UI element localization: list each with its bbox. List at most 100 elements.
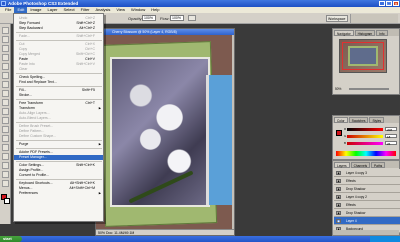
menu-item-label: Preset Manager... — [19, 155, 47, 159]
zoom-slider[interactable] — [349, 88, 389, 90]
crop-tool-icon[interactable] — [2, 54, 9, 61]
menu-separator — [16, 140, 102, 141]
layer-name: Layer 4 copy 2 — [346, 195, 367, 199]
b-slider[interactable] — [347, 142, 383, 145]
eye-icon[interactable]: ◉ — [336, 203, 341, 207]
r-slider[interactable] — [347, 128, 383, 131]
notes-tool-icon[interactable] — [2, 162, 9, 169]
menu-item-label: Paste Into — [19, 62, 35, 66]
tab-histogram[interactable]: Histogram — [354, 30, 376, 36]
menu-item-find-and-replace-text[interactable]: Find and Replace Text... — [14, 80, 103, 85]
tab-channels[interactable]: Channels — [350, 162, 371, 168]
layer-row[interactable]: ◉ Layer 4 — [334, 217, 400, 225]
view-box[interactable] — [342, 42, 384, 70]
g-value[interactable]: 18 — [385, 134, 397, 139]
menu-item-label: Keyboard Shortcuts... — [19, 181, 53, 185]
tab-color[interactable]: Color — [334, 117, 348, 123]
maximize-button[interactable]: □ — [386, 1, 392, 6]
submenu-arrow-icon: ▶ — [98, 191, 101, 195]
menu-item-label: Free Transform — [19, 101, 43, 105]
toolbox — [0, 24, 11, 224]
menu-item-label: Find and Replace Text... — [19, 80, 57, 84]
eye-icon[interactable]: ◉ — [336, 187, 341, 191]
layer-row[interactable]: ◉ Effects — [334, 201, 400, 209]
eye-icon[interactable]: ◉ — [336, 211, 341, 215]
title-bar: Adobe Photoshop CS3 Extended _ □ × — [0, 0, 400, 7]
vertical-scrollbar[interactable] — [232, 35, 234, 229]
menu-item-convert-to-profile[interactable]: Convert to Profile... — [14, 173, 103, 178]
menu-item-preferences[interactable]: Preferences ▶ — [14, 191, 103, 196]
close-button[interactable]: × — [393, 1, 399, 6]
eye-icon[interactable]: ◉ — [336, 179, 341, 183]
brush-tool-icon[interactable] — [2, 72, 9, 79]
menu-item-preset-manager[interactable]: Preset Manager... — [14, 155, 103, 160]
layer-row[interactable]: ◉ Layer 4 copy 3 — [334, 169, 400, 177]
layer-row[interactable]: ◉ Layer 4 copy 2 — [334, 193, 400, 201]
marquee-tool-icon[interactable] — [2, 36, 9, 43]
b-value[interactable]: 26 — [385, 141, 397, 146]
menu-item-label: Check Spelling... — [19, 75, 46, 79]
tab-info[interactable]: Info — [376, 30, 388, 36]
document-window: Cherry Blossom @ 50% (Layer 4, RGB/8) 50… — [95, 28, 235, 236]
tab-styles[interactable]: Styles — [369, 117, 385, 123]
menu-item-label: Define Pattern... — [19, 129, 45, 133]
menu-item-stroke[interactable]: Stroke... — [14, 93, 103, 98]
menu-item-fade[interactable]: Fade... Shift+Ctrl+F — [14, 34, 103, 39]
workspace-button[interactable]: Workspace — [326, 15, 348, 22]
healing-tool-icon[interactable] — [2, 63, 9, 70]
eye-icon[interactable]: ◉ — [336, 171, 341, 175]
history-brush-icon[interactable] — [2, 90, 9, 97]
document-canvas[interactable] — [96, 35, 234, 229]
navigator-thumbnail[interactable] — [339, 39, 387, 73]
eyedropper-tool-icon[interactable] — [2, 171, 9, 178]
type-tool-icon[interactable] — [2, 135, 9, 142]
eye-icon[interactable]: ◉ — [336, 219, 341, 223]
navigator-panel: Navigator Histogram Info 50% — [332, 28, 400, 95]
menu-item-label: Convert to Profile... — [19, 173, 49, 177]
start-button[interactable]: start — [0, 236, 22, 242]
menu-item-label: Menus... — [19, 186, 33, 190]
minimize-button[interactable]: _ — [379, 1, 385, 6]
menu-item-step-backward[interactable]: Step Backward Alt+Ctrl+Z — [14, 26, 103, 31]
dodge-tool-icon[interactable] — [2, 117, 9, 124]
window-controls: _ □ × — [379, 1, 399, 6]
layer-row[interactable]: ◉ Drop Shadow — [334, 185, 400, 193]
tab-paths[interactable]: Paths — [371, 162, 386, 168]
background-color-swatch[interactable] — [4, 198, 10, 204]
layer-row[interactable]: ◉ Effects — [334, 177, 400, 185]
menu-separator — [16, 148, 102, 149]
menu-item-label: Adobe PDF Presets... — [19, 150, 53, 154]
tab-swatches[interactable]: Swatches — [348, 117, 369, 123]
airbrush-button[interactable] — [188, 15, 196, 21]
move-tool-icon[interactable] — [2, 27, 9, 34]
layer-name: Drop Shadow — [346, 187, 366, 191]
menu-item-clear[interactable]: Clear — [14, 67, 103, 72]
menu-separator — [16, 40, 102, 41]
menu-item-define-custom-shape[interactable]: Define Custom Shape... — [14, 134, 103, 139]
gradient-tool-icon[interactable] — [2, 108, 9, 115]
eye-icon[interactable]: ◉ — [336, 195, 341, 199]
tab-layers[interactable]: Layers — [334, 162, 350, 168]
g-slider[interactable] — [347, 135, 383, 138]
menu-item-label: Auto-Align Layers... — [19, 111, 50, 115]
pen-tool-icon[interactable] — [2, 126, 9, 133]
menu-item-auto-blend-layers[interactable]: Auto-Blend Layers... — [14, 116, 103, 121]
r-value[interactable]: 208 — [385, 127, 397, 132]
path-select-icon[interactable] — [2, 144, 9, 151]
lasso-tool-icon[interactable] — [2, 45, 9, 52]
flow-field[interactable]: 100% — [170, 15, 184, 21]
menu-separator — [16, 86, 102, 87]
color-fg-chip[interactable] — [336, 130, 342, 136]
shape-tool-icon[interactable] — [2, 153, 9, 160]
tab-navigator[interactable]: Navigator — [334, 30, 354, 36]
stamp-tool-icon[interactable] — [2, 81, 9, 88]
layer-name: Drop Shadow — [346, 211, 366, 215]
menu-item-label: Copy — [19, 47, 28, 51]
menu-item-purge[interactable]: Purge ▶ — [14, 142, 103, 147]
b-label: B — [344, 141, 347, 145]
color-ramp[interactable] — [336, 151, 396, 156]
layer-row[interactable]: ◉ Drop Shadow — [334, 209, 400, 217]
eraser-tool-icon[interactable] — [2, 99, 9, 106]
opacity-field[interactable]: 100% — [142, 15, 156, 21]
hand-tool-icon[interactable] — [2, 180, 9, 187]
